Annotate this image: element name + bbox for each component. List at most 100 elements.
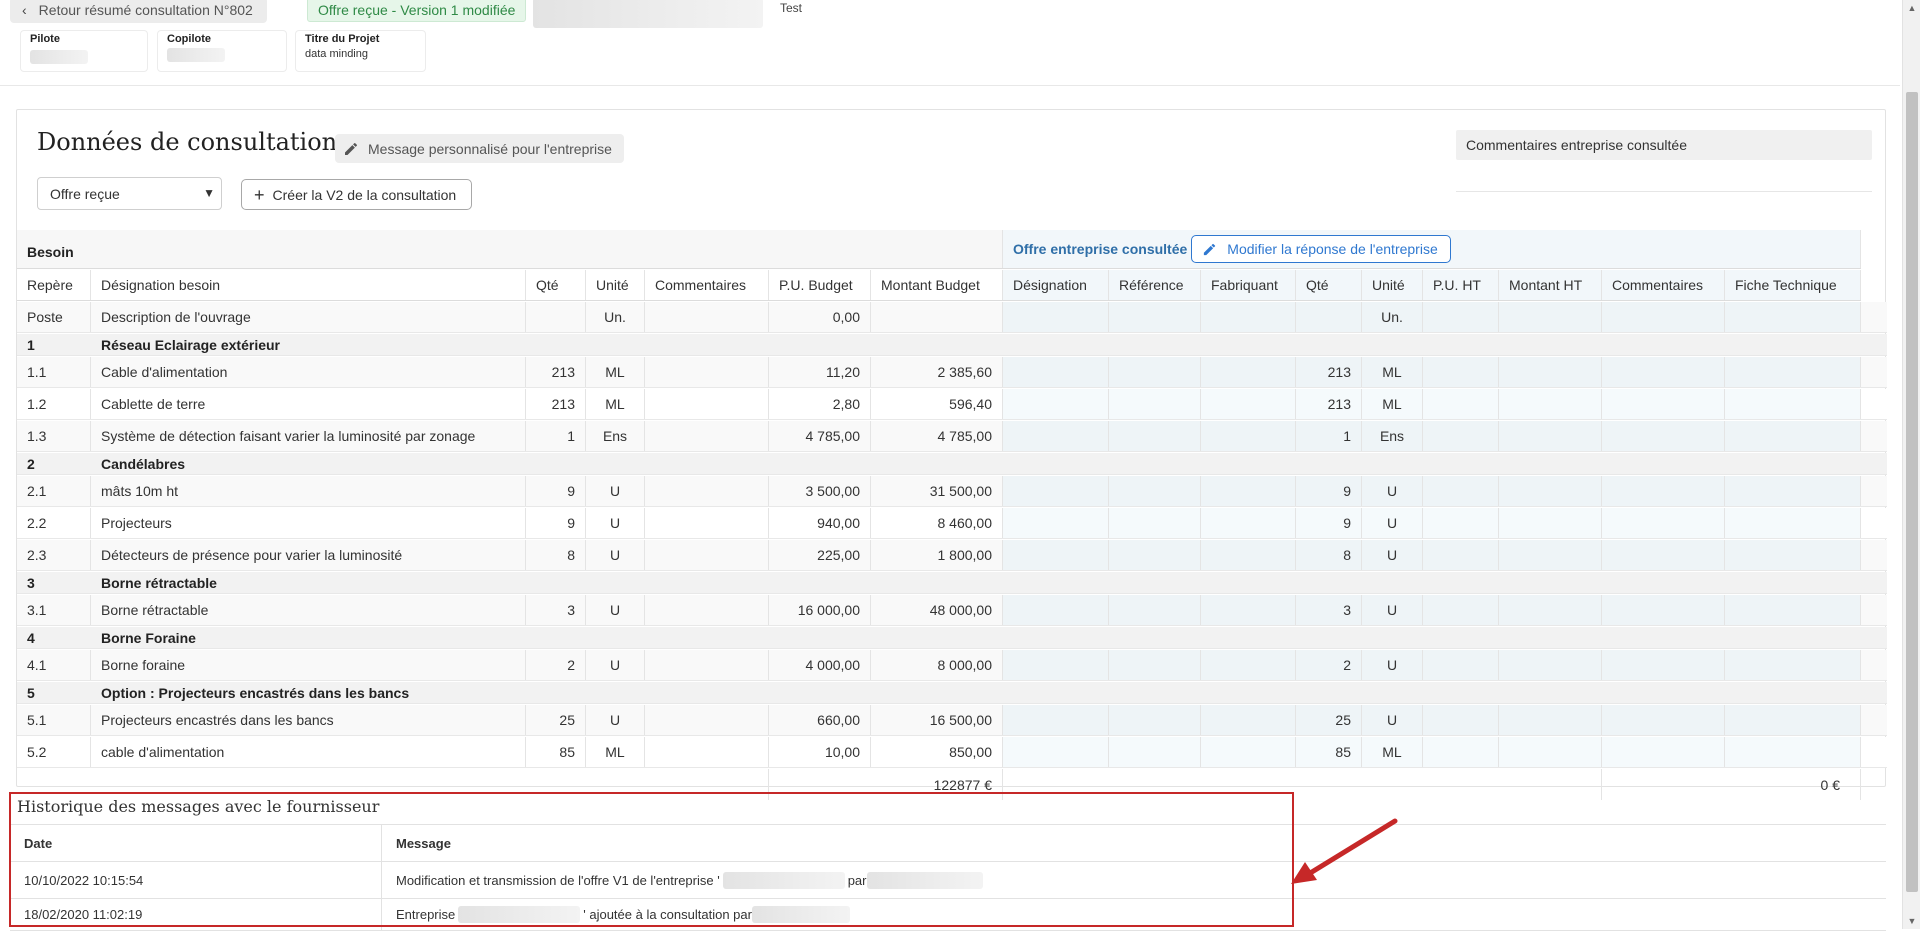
cell-offer-fabriquant[interactable] <box>1201 737 1296 767</box>
cell-offer-comment[interactable] <box>1602 421 1725 451</box>
cell-offer-fabriquant[interactable] <box>1201 421 1296 451</box>
offer-version-select[interactable]: Offre reçue ▼ <box>37 177 222 210</box>
cell-offer-montant-ht[interactable] <box>1499 508 1602 538</box>
create-v2-button[interactable]: + Créer la V2 de la consultation <box>241 179 473 210</box>
cell-offer-reference[interactable] <box>1109 508 1201 538</box>
cell-offer-comment[interactable] <box>1602 540 1725 570</box>
scrollbar[interactable]: ▲ ▼ <box>1902 0 1920 929</box>
cell-offer-fabriquant[interactable] <box>1201 302 1296 332</box>
cell-offer-pu-ht[interactable] <box>1423 389 1499 419</box>
cell-offer-fiche[interactable] <box>1725 421 1861 451</box>
cell-offer-designation[interactable] <box>1003 357 1109 387</box>
cell-offer-qte[interactable]: 213 <box>1296 357 1362 387</box>
cell-offer-pu-ht[interactable] <box>1423 421 1499 451</box>
cell-offer-fabriquant[interactable] <box>1201 389 1296 419</box>
cell-offer-qte[interactable]: 1 <box>1296 421 1362 451</box>
cell-offer-fiche[interactable] <box>1725 540 1861 570</box>
cell-offer-comment[interactable] <box>1602 737 1725 767</box>
scroll-down-icon[interactable]: ▼ <box>1903 913 1920 929</box>
cell-offer-pu-ht[interactable] <box>1423 595 1499 625</box>
cell-offer-pu-ht[interactable] <box>1423 508 1499 538</box>
cell-offer-qte[interactable]: 9 <box>1296 476 1362 506</box>
cell-offer-qte[interactable]: 25 <box>1296 705 1362 735</box>
cell-offer-reference[interactable] <box>1109 650 1201 680</box>
cell-offer-fiche[interactable] <box>1725 705 1861 735</box>
scrollbar-thumb[interactable] <box>1906 92 1918 892</box>
cell-offer-comment[interactable] <box>1602 508 1725 538</box>
cell-offer-qte[interactable]: 3 <box>1296 595 1362 625</box>
cell-offer-designation[interactable] <box>1003 650 1109 680</box>
cell-offer-reference[interactable] <box>1109 421 1201 451</box>
cell-offer-pu-ht[interactable] <box>1423 540 1499 570</box>
cell-offer-fabriquant[interactable] <box>1201 508 1296 538</box>
cell-offer-pu-ht[interactable] <box>1423 357 1499 387</box>
cell-offer-pu-ht[interactable] <box>1423 737 1499 767</box>
cell-offer-pu-ht[interactable] <box>1423 650 1499 680</box>
cell-offer-montant-ht[interactable] <box>1499 595 1602 625</box>
cell-offer-montant-ht[interactable] <box>1499 389 1602 419</box>
cell-offer-designation[interactable] <box>1003 476 1109 506</box>
cell-offer-fiche[interactable] <box>1725 476 1861 506</box>
cell-offer-comment[interactable] <box>1602 302 1725 332</box>
cell-offer-qte[interactable]: 9 <box>1296 508 1362 538</box>
cell-offer-qte[interactable] <box>1296 302 1362 332</box>
cell-offer-fabriquant[interactable] <box>1201 595 1296 625</box>
custom-message-button[interactable]: Message personnalisé pour l'entreprise <box>335 134 624 163</box>
cell-offer-fiche[interactable] <box>1725 508 1861 538</box>
cell-offer-comment[interactable] <box>1602 595 1725 625</box>
cell-offer-reference[interactable] <box>1109 540 1201 570</box>
cell-offer-comment[interactable] <box>1602 705 1725 735</box>
cell-offer-unite[interactable]: Un. <box>1362 302 1423 332</box>
cell-offer-fiche[interactable] <box>1725 302 1861 332</box>
cell-offer-unite[interactable]: U <box>1362 705 1423 735</box>
cell-offer-unite[interactable]: Ens <box>1362 421 1423 451</box>
cell-offer-designation[interactable] <box>1003 389 1109 419</box>
cell-offer-unite[interactable]: U <box>1362 595 1423 625</box>
cell-offer-comment[interactable] <box>1602 650 1725 680</box>
cell-offer-pu-ht[interactable] <box>1423 302 1499 332</box>
cell-offer-designation[interactable] <box>1003 508 1109 538</box>
cell-offer-montant-ht[interactable] <box>1499 476 1602 506</box>
cell-offer-montant-ht[interactable] <box>1499 421 1602 451</box>
cell-offer-qte[interactable]: 8 <box>1296 540 1362 570</box>
cell-offer-fiche[interactable] <box>1725 737 1861 767</box>
cell-offer-pu-ht[interactable] <box>1423 476 1499 506</box>
cell-offer-comment[interactable] <box>1602 357 1725 387</box>
edit-offer-button[interactable]: Modifier la réponse de l'entreprise <box>1191 235 1451 263</box>
cell-offer-montant-ht[interactable] <box>1499 302 1602 332</box>
cell-offer-qte[interactable]: 2 <box>1296 650 1362 680</box>
cell-offer-unite[interactable]: ML <box>1362 389 1423 419</box>
cell-offer-designation[interactable] <box>1003 540 1109 570</box>
cell-offer-pu-ht[interactable] <box>1423 705 1499 735</box>
cell-offer-montant-ht[interactable] <box>1499 705 1602 735</box>
cell-offer-fiche[interactable] <box>1725 595 1861 625</box>
back-to-summary-button[interactable]: ‹ Retour résumé consultation N°802 <box>10 0 267 23</box>
cell-offer-unite[interactable]: ML <box>1362 357 1423 387</box>
cell-offer-designation[interactable] <box>1003 302 1109 332</box>
cell-offer-montant-ht[interactable] <box>1499 357 1602 387</box>
cell-offer-fabriquant[interactable] <box>1201 476 1296 506</box>
cell-offer-fiche[interactable] <box>1725 389 1861 419</box>
scroll-up-icon[interactable]: ▲ <box>1903 0 1920 16</box>
cell-offer-unite[interactable]: U <box>1362 476 1423 506</box>
cell-offer-reference[interactable] <box>1109 357 1201 387</box>
cell-offer-comment[interactable] <box>1602 389 1725 419</box>
cell-offer-reference[interactable] <box>1109 737 1201 767</box>
cell-offer-reference[interactable] <box>1109 389 1201 419</box>
cell-offer-unite[interactable]: U <box>1362 650 1423 680</box>
cell-offer-reference[interactable] <box>1109 595 1201 625</box>
cell-offer-fabriquant[interactable] <box>1201 650 1296 680</box>
cell-offer-qte[interactable]: 213 <box>1296 389 1362 419</box>
cell-offer-unite[interactable]: U <box>1362 508 1423 538</box>
cell-offer-designation[interactable] <box>1003 705 1109 735</box>
cell-offer-reference[interactable] <box>1109 705 1201 735</box>
cell-offer-fiche[interactable] <box>1725 357 1861 387</box>
cell-offer-reference[interactable] <box>1109 302 1201 332</box>
cell-offer-designation[interactable] <box>1003 421 1109 451</box>
cell-offer-fabriquant[interactable] <box>1201 357 1296 387</box>
cell-offer-fiche[interactable] <box>1725 650 1861 680</box>
cell-offer-unite[interactable]: U <box>1362 540 1423 570</box>
cell-offer-designation[interactable] <box>1003 595 1109 625</box>
cell-offer-designation[interactable] <box>1003 737 1109 767</box>
cell-offer-qte[interactable]: 85 <box>1296 737 1362 767</box>
